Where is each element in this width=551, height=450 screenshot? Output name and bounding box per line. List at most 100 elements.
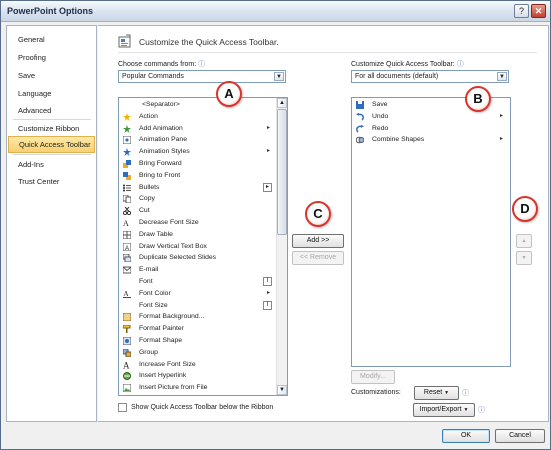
increase-font-icon: A: [123, 361, 130, 369]
command-item-label: Action: [139, 112, 158, 120]
command-item[interactable]: A Draw Vertical Text Box: [120, 241, 276, 253]
command-item-label: Group: [139, 348, 158, 356]
choose-commands-dropdown[interactable]: Popular Commands ▼: [118, 70, 286, 83]
bring-forward-icon: [123, 160, 131, 168]
show-below-ribbon-checkbox[interactable]: [118, 403, 127, 412]
command-item-label: <Separator>: [142, 101, 180, 108]
commands-list[interactable]: <Separator> Action Add Animation ▸ Animation…: [118, 97, 288, 396]
command-item[interactable]: Format Background...: [120, 311, 276, 323]
command-item[interactable]: E-mail: [120, 264, 276, 276]
scroll-thumb[interactable]: [277, 109, 287, 235]
command-item-label: E-mail: [139, 266, 159, 274]
command-item[interactable]: Duplicate Selected Slides: [120, 252, 276, 264]
command-item-label: Font Size: [139, 301, 168, 309]
command-item[interactable]: Animation Styles ▸: [120, 146, 276, 158]
customize-toolbar-label: Customize Quick Access Toolbar: ⓘ: [351, 59, 464, 69]
command-item-label: Animation Styles: [139, 148, 190, 156]
nav-item-advanced[interactable]: Advanced: [8, 102, 95, 119]
toolbar-items-list[interactable]: Save Undo ▸ Redo Combine Shapes ▸: [351, 97, 511, 367]
redo-icon: [356, 124, 364, 133]
show-below-ribbon-label[interactable]: Show Quick Access Toolbar below the Ribb…: [131, 404, 273, 411]
move-up-button[interactable]: ▲: [516, 234, 532, 248]
choose-commands-label: Choose commands from: ⓘ: [118, 59, 205, 69]
command-item[interactable]: Insert Picture from File: [120, 382, 276, 394]
add-button[interactable]: Add >>: [292, 234, 344, 248]
command-item[interactable]: Insert Hyperlink: [120, 370, 276, 382]
command-item[interactable]: Add Animation ▸: [120, 123, 276, 135]
info-icon[interactable]: ⓘ: [457, 61, 464, 68]
command-item[interactable]: Format Painter: [120, 323, 276, 335]
toolbar-item[interactable]: Undo ▸: [353, 111, 509, 123]
nav-item-general[interactable]: General: [8, 31, 95, 48]
split-indicator-icon: I: [263, 277, 272, 286]
undo-icon: [356, 112, 364, 121]
command-item[interactable]: Group: [120, 347, 276, 359]
scroll-down-icon[interactable]: ▼: [277, 385, 287, 395]
svg-text:A: A: [123, 219, 129, 227]
command-item[interactable]: Bullets ▸: [120, 182, 276, 194]
svg-text:A: A: [125, 246, 129, 251]
customize-toolbar-dropdown[interactable]: For all documents (default) ▼: [351, 70, 509, 83]
command-item-label: Format Painter: [139, 325, 184, 333]
command-item[interactable]: Copy: [120, 193, 276, 205]
command-item[interactable]: Animation Pane: [120, 134, 276, 146]
modify-button[interactable]: Modify...: [351, 370, 395, 384]
command-item[interactable]: A Font Color ▸: [120, 288, 276, 300]
nav-item-add-ins[interactable]: Add-Ins: [8, 156, 95, 173]
command-item[interactable]: Draw Table: [120, 229, 276, 241]
command-item[interactable]: Font Size I: [120, 300, 276, 312]
info-icon[interactable]: ⓘ: [478, 405, 485, 415]
info-icon[interactable]: ⓘ: [198, 61, 205, 68]
nav-item-customize-ribbon[interactable]: Customize Ribbon: [8, 120, 95, 137]
help-button[interactable]: ?: [514, 4, 529, 18]
reset-button[interactable]: Reset ▼: [414, 386, 459, 400]
toolbar-item[interactable]: Redo: [353, 123, 509, 135]
svg-text:A: A: [124, 290, 129, 298]
nav-item-trust-center[interactable]: Trust Center: [8, 173, 95, 190]
import-export-button[interactable]: Import/Export ▼: [413, 403, 475, 417]
ok-button[interactable]: OK: [442, 429, 490, 443]
command-item[interactable]: Font I: [120, 276, 276, 288]
nav-item-proofing[interactable]: Proofing: [8, 49, 95, 66]
import-export-label: Import/Export: [419, 406, 462, 413]
command-item-label: Font: [139, 278, 153, 285]
info-icon[interactable]: ⓘ: [462, 388, 469, 398]
command-item[interactable]: Bring to Front: [120, 170, 276, 182]
hyperlink-icon: [123, 372, 131, 381]
command-item[interactable]: Action: [120, 111, 276, 123]
toolbar-item-label: Undo: [372, 112, 389, 120]
move-down-button[interactable]: ▼: [516, 251, 532, 265]
commands-scrollbar[interactable]: ▲ ▼: [276, 98, 287, 395]
toolbar-item[interactable]: Combine Shapes ▸: [353, 134, 509, 146]
copy-icon: [123, 195, 131, 204]
nav-item-language[interactable]: Language: [8, 85, 95, 102]
bullets-icon: [123, 184, 131, 192]
email-icon: [123, 266, 131, 274]
nav-item-quick-access-toolbar[interactable]: Quick Access Toolbar: [8, 136, 95, 153]
remove-button[interactable]: << Remove: [292, 251, 344, 265]
cancel-button[interactable]: Cancel: [495, 429, 545, 443]
command-item[interactable]: A Increase Font Size: [120, 359, 276, 371]
nav-item-save[interactable]: Save: [8, 67, 95, 84]
decrease-font-icon: A: [123, 219, 129, 227]
insert-picture-icon: [123, 384, 131, 393]
chevron-down-icon[interactable]: ▼: [497, 72, 507, 81]
chevron-down-icon[interactable]: ▼: [274, 72, 284, 81]
command-item-label: Cut: [139, 207, 150, 215]
format-shape-icon: [123, 337, 131, 345]
submenu-arrow-icon: ▸: [266, 124, 270, 131]
command-item[interactable]: Cut: [120, 205, 276, 217]
command-item[interactable]: Format Shape: [120, 335, 276, 347]
title-bar[interactable]: PowerPoint Options ? ✕: [1, 1, 550, 22]
submenu-arrow-icon: ▸: [499, 136, 503, 143]
draw-table-icon: [123, 230, 131, 239]
command-item[interactable]: Bring Forward: [120, 158, 276, 170]
customize-toolbar-value: For all documents (default): [355, 73, 439, 80]
close-button[interactable]: ✕: [531, 4, 546, 18]
scroll-up-icon[interactable]: ▲: [277, 98, 287, 108]
command-item[interactable]: <Separator>: [120, 99, 276, 111]
callout-d-badge: D: [512, 196, 538, 222]
split-indicator-icon: I: [263, 300, 272, 310]
command-item[interactable]: A Decrease Font Size: [120, 217, 276, 229]
format-background-icon: [123, 313, 131, 322]
